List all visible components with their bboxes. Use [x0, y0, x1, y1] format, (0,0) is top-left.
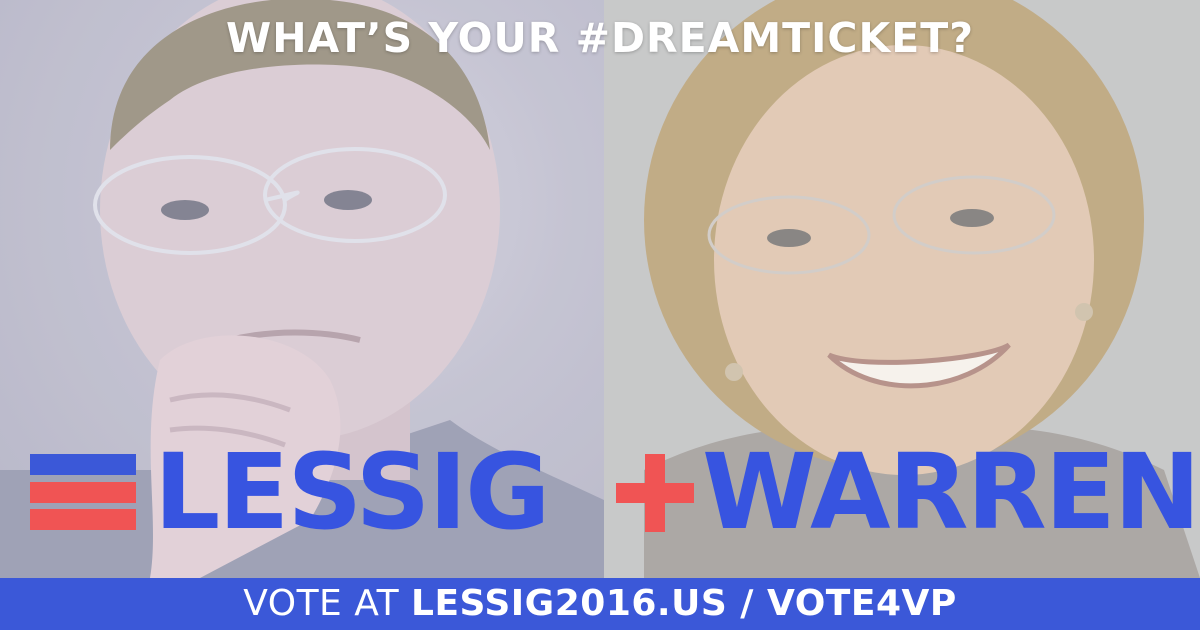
- footer-link[interactable]: LESSIG2016.US / VOTE4VP: [411, 583, 957, 624]
- plus-bar-vertical: [645, 454, 665, 532]
- flag-stripe-red-1: [30, 482, 136, 503]
- headline: WHAT’S YOUR #DREAMTICKET?: [226, 14, 974, 62]
- flag-icon: [30, 454, 136, 530]
- flag-stripe-red-2: [30, 509, 136, 530]
- lessig-name: LESSIG: [154, 431, 551, 553]
- footer-prefix: VOTE AT: [243, 583, 412, 624]
- vote-footer[interactable]: VOTE AT LESSIG2016.US / VOTE4VP: [0, 578, 1200, 630]
- lessig-warren-logo: LESSIG WARREN: [30, 432, 1200, 552]
- campaign-banner: WHAT’S YOUR #DREAMTICKET? LESSIG WARREN …: [0, 0, 1200, 630]
- warren-name: WARREN: [702, 431, 1200, 553]
- plus-icon: [616, 454, 694, 532]
- flag-stripe-blue: [30, 454, 136, 475]
